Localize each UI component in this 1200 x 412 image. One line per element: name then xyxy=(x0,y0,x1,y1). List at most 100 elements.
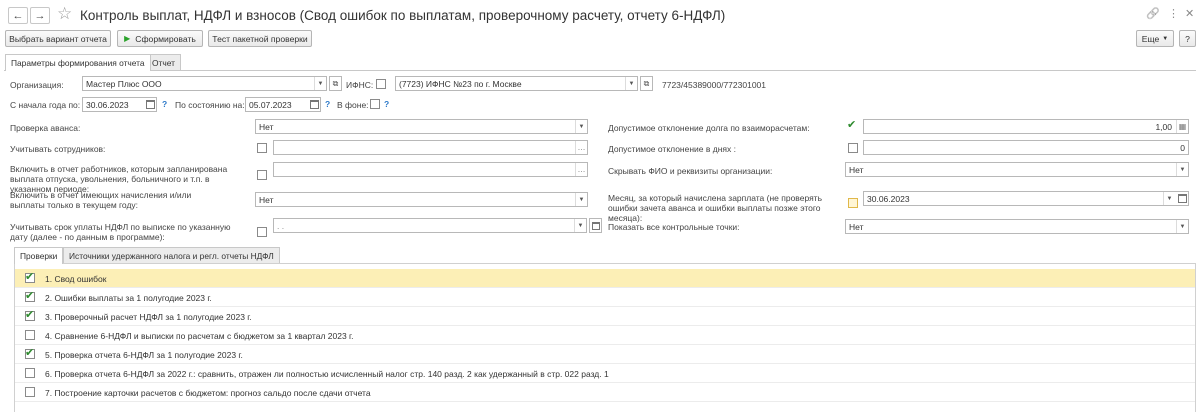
calendar-icon[interactable] xyxy=(1178,194,1187,203)
background-checkbox[interactable] xyxy=(370,99,380,109)
link-icon[interactable]: 🔗 xyxy=(1146,7,1160,20)
help-icon[interactable]: ? xyxy=(325,99,330,109)
consider-deadline-calendar-button[interactable] xyxy=(589,218,602,233)
show-all-value: Нет xyxy=(849,222,864,232)
allowed-debt-label: Допустимое отклонение долга по взаиморас… xyxy=(608,123,810,133)
calculator-icon[interactable]: ▦ xyxy=(1176,120,1188,133)
from-year-date-field[interactable]: 30.06.2023 xyxy=(82,97,157,112)
include-planned-field[interactable]: … xyxy=(273,162,588,177)
org-value: Мастер Плюс ООО xyxy=(86,79,162,89)
consider-deadline-checkbox[interactable] xyxy=(257,227,267,237)
ifns-label: ИФНС: xyxy=(346,80,374,90)
consider-deadline-date-field[interactable]: . . ▼ xyxy=(273,218,587,233)
help-icon[interactable]: ? xyxy=(384,99,389,109)
row-checkbox[interactable] xyxy=(25,368,35,378)
hide-fio-label: Скрывать ФИО и реквизиты организации: xyxy=(608,166,773,176)
consider-deadline-label: Учитывать срок уплаты НДФЛ по выписке по… xyxy=(10,222,231,242)
forward-button[interactable]: → xyxy=(30,7,50,24)
batch-test-label: Тест пакетной проверки xyxy=(212,33,308,44)
include-current-select[interactable]: Нет ▼ xyxy=(255,192,588,207)
back-button[interactable]: ← xyxy=(8,7,28,24)
table-row[interactable]: 6. Проверка отчета 6-НДФЛ за 2022 г.: ср… xyxy=(15,364,1195,383)
checkmark-icon: ✔ xyxy=(25,347,35,359)
advance-check-select[interactable]: Нет ▼ xyxy=(255,119,588,134)
show-all-label: Показать все контрольные точки: xyxy=(608,222,740,232)
allowed-days-label: Допустимое отклонение в днях : xyxy=(608,144,736,154)
background-label: В фоне: xyxy=(337,100,369,110)
menu-icon[interactable]: ⋮ xyxy=(1168,7,1179,20)
show-all-select[interactable]: Нет ▼ xyxy=(845,219,1189,234)
consider-deadline-value: . . xyxy=(277,221,285,231)
tab-checks-label: Проверки xyxy=(20,251,58,261)
calendar-icon[interactable] xyxy=(146,100,155,109)
row-label: 6. Проверка отчета 6-НДФЛ за 2022 г.: ср… xyxy=(45,369,609,379)
table-row[interactable]: ✔ 1. Свод ошибок xyxy=(15,269,1195,288)
tab-sources[interactable]: Источники удержанного налога и регл. отч… xyxy=(63,247,280,263)
from-year-label: С начала года по: xyxy=(10,100,81,110)
close-icon[interactable]: ✕ xyxy=(1185,7,1194,20)
generate-label: Сформировать xyxy=(135,33,196,44)
row-label: 4. Сравнение 6-НДФЛ и выписки по расчета… xyxy=(45,331,354,341)
help-button[interactable]: ? xyxy=(1179,30,1196,47)
dropdown-icon: ▼ xyxy=(575,120,587,133)
window-title: Контроль выплат, НДФЛ и взносов (Свод ош… xyxy=(80,8,726,23)
dropdown-icon: ▼ xyxy=(625,77,637,90)
more-button[interactable]: Еще ▼ xyxy=(1136,30,1174,47)
generate-button[interactable]: ▶ Сформировать xyxy=(117,30,203,47)
table-row[interactable]: ✔ 5. Проверка отчета 6-НДФЛ за 1 полугоди… xyxy=(15,345,1195,364)
dropdown-icon: ▼ xyxy=(1176,163,1188,176)
as-of-date-field[interactable]: 05.07.2023 xyxy=(245,97,321,112)
as-of-value: 05.07.2023 xyxy=(249,100,292,110)
ifns-open-button[interactable]: ⧉ xyxy=(640,76,653,91)
table-row[interactable]: 7. Построение карточки расчетов с бюджет… xyxy=(15,383,1195,402)
allowed-debt-field[interactable]: 1,00 ▦ xyxy=(863,119,1189,134)
consider-employees-label: Учитывать сотрудников: xyxy=(10,144,106,154)
include-planned-checkbox[interactable] xyxy=(257,170,267,180)
star-icon[interactable]: ☆ xyxy=(57,4,72,24)
chevron-down-icon: ▼ xyxy=(1162,35,1169,42)
more-dots-icon[interactable]: … xyxy=(575,141,587,154)
org-field[interactable]: Мастер Плюс ООО ▼ xyxy=(82,76,327,91)
table-row[interactable]: 4. Сравнение 6-НДФЛ и выписки по расчета… xyxy=(15,326,1195,345)
row-label: 5. Проверка отчета 6-НДФЛ за 1 полугодие… xyxy=(45,350,243,360)
help-icon[interactable]: ? xyxy=(162,99,167,109)
help-label: ? xyxy=(1185,33,1190,44)
consider-employees-checkbox[interactable] xyxy=(257,143,267,153)
tab-report-label: Отчет xyxy=(152,57,175,68)
row-checkbox[interactable] xyxy=(25,330,35,340)
dropdown-icon: ▼ xyxy=(574,219,586,232)
arrow-right-icon: → xyxy=(34,9,46,22)
table-row[interactable]: ✔ 2. Ошибки выплаты за 1 полугодие 2023 г… xyxy=(15,288,1195,307)
tab-params[interactable]: Параметры формирования отчета xyxy=(5,54,151,71)
allowed-days-checkbox[interactable] xyxy=(848,143,858,153)
arrow-left-icon: ← xyxy=(12,9,24,22)
ifns-checkbox[interactable] xyxy=(376,79,386,89)
calendar-icon[interactable] xyxy=(310,100,319,109)
checkmark-icon: ✔ xyxy=(25,290,35,302)
allowed-days-field[interactable]: 0 xyxy=(863,140,1189,155)
row-checkbox[interactable] xyxy=(25,387,35,397)
include-current-label: Включить в отчет имеющих начисления и/ил… xyxy=(10,190,192,210)
dropdown-icon: ▼ xyxy=(575,193,587,206)
org-label: Организация: xyxy=(10,80,64,90)
hide-fio-select[interactable]: Нет ▼ xyxy=(845,162,1189,177)
inn-kpp-text: 7723/45389000/772301001 xyxy=(662,80,766,90)
ifns-field[interactable]: (7723) ИФНС №23 по г. Москве ▼ xyxy=(395,76,638,91)
play-icon: ▶ xyxy=(124,34,131,43)
checkmark-icon: ✔ xyxy=(25,309,35,321)
more-dots-icon[interactable]: … xyxy=(575,163,587,176)
tab-report[interactable]: Отчет xyxy=(146,54,181,70)
checkmark-icon: ✔ xyxy=(25,271,35,283)
batch-test-button[interactable]: Тест пакетной проверки xyxy=(208,30,312,47)
month-checkbox[interactable] xyxy=(848,198,858,208)
as-of-label: По состоянию на: xyxy=(175,100,245,110)
table-row[interactable]: ✔ 3. Проверочный расчет НДФЛ за 1 полугод… xyxy=(15,307,1195,326)
row-label: 7. Построение карточки расчетов с бюджет… xyxy=(45,388,371,398)
consider-employees-field[interactable]: … xyxy=(273,140,588,155)
choose-variant-button[interactable]: Выбрать вариант отчета xyxy=(5,30,111,47)
org-open-button[interactable]: ⧉ xyxy=(329,76,342,91)
month-date-field[interactable]: 30.06.2023 ▼ xyxy=(863,191,1189,206)
tab-checks[interactable]: Проверки xyxy=(14,247,64,264)
tab-params-label: Параметры формирования отчета xyxy=(11,58,145,68)
allowed-debt-checkbox-checked[interactable]: ✔ xyxy=(847,120,856,131)
